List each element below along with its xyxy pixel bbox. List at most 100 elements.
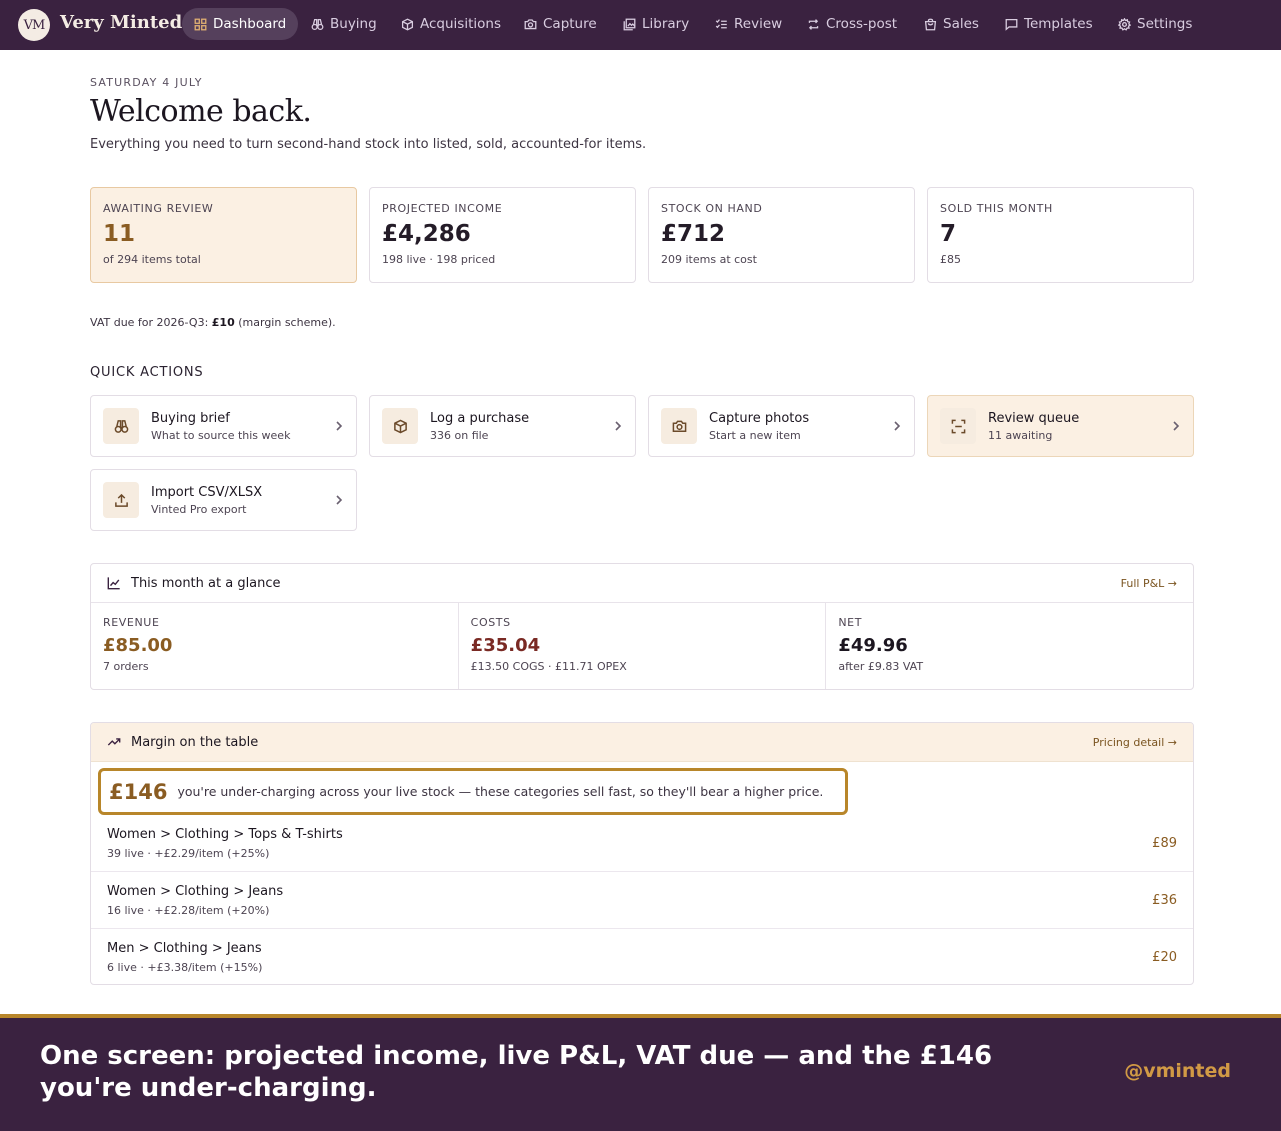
quick-action-sub: 11 awaiting (988, 428, 1053, 442)
nav-item-label: Buying (330, 16, 377, 32)
vat-due-note: VAT due for 2026-Q3: £10 (margin scheme)… (90, 316, 336, 329)
category-row[interactable]: Women > Clothing > Jeans 16 live · +£2.2… (91, 872, 1193, 929)
quick-action-title: Capture photos (709, 410, 810, 426)
trending-up-icon (107, 738, 121, 746)
upload-icon (114, 493, 128, 507)
chevron-right-icon (1173, 421, 1180, 431)
stat-value: 7 (940, 221, 957, 247)
metric-label: REVENUE (103, 616, 160, 629)
promo-banner: One screen: projected income, live P&L, … (0, 1014, 1281, 1131)
under-charging-amount: £146 (109, 779, 168, 804)
nav-item-cross-post[interactable]: Cross-post (807, 8, 897, 40)
glance-panel-title: This month at a glance (131, 575, 281, 591)
nav-item-label: Library (642, 16, 690, 32)
chevron-right-icon (336, 495, 343, 505)
quick-action-review-queue[interactable]: Review queue 11 awaiting (927, 395, 1194, 457)
under-charging-callout: £146 you're under-charging across your l… (98, 768, 848, 815)
nav-item-settings[interactable]: Settings (1118, 8, 1192, 40)
category-detail: 39 live · +£2.29/item (+25%) (107, 846, 270, 860)
stat-card-stock-on-hand[interactable]: STOCK ON HAND £712 209 items at cost (648, 187, 915, 283)
quick-action-icon-box (940, 408, 976, 444)
quick-action-icon-box (661, 408, 697, 444)
nav-item-dashboard[interactable]: Dashboard (182, 8, 299, 40)
metric-label: COSTS (470, 616, 511, 629)
top-nav: VM Very Minted Dashboard Buying Acquisit… (0, 0, 1281, 50)
message-icon (1005, 18, 1018, 31)
quick-action-capture-photos[interactable]: Capture photos Start a new item (648, 395, 915, 457)
nav-item-templates[interactable]: Templates (1005, 8, 1093, 40)
quick-action-log-purchase[interactable]: Log a purchase 336 on file (369, 395, 636, 457)
nav-item-buying[interactable]: Buying (311, 8, 377, 40)
stat-label: SOLD THIS MONTH (940, 202, 1053, 215)
metric-label: NET (838, 616, 863, 629)
brand-name[interactable]: Very Minted (60, 12, 182, 33)
stat-card-projected-income[interactable]: PROJECTED INCOME £4,286 198 live · 198 p… (369, 187, 636, 283)
category-detail: 6 live · +£3.38/item (+15%) (107, 961, 263, 974)
stat-value: £712 (661, 221, 726, 247)
quick-action-sub: What to source this week (151, 428, 291, 442)
nav-item-label: Sales (943, 16, 979, 32)
scan-icon (951, 419, 965, 433)
line-chart-icon (107, 577, 120, 590)
nav-item-label: Dashboard (213, 16, 287, 32)
banner-text: One screen: projected income, live P&L, … (40, 1041, 993, 1103)
category-name: Women > Clothing > Jeans (107, 883, 284, 899)
quick-action-icon-box (103, 482, 139, 518)
nav-item-library[interactable]: Library (623, 8, 689, 40)
pricing-detail-link[interactable]: Pricing detail → (1093, 736, 1177, 749)
quick-action-title: Review queue (988, 410, 1080, 426)
binoculars-icon (311, 18, 324, 30)
stat-value: 11 (103, 221, 136, 247)
chevron-right-icon (615, 421, 622, 431)
stat-label: PROJECTED INCOME (382, 202, 503, 215)
nav-item-review[interactable]: Review (715, 8, 782, 40)
metric-sub: 7 orders (103, 660, 149, 673)
camera-icon (672, 420, 686, 432)
stat-label: AWAITING REVIEW (103, 202, 214, 215)
category-list: Women > Clothing > Tops & T-shirts 39 li… (91, 815, 1193, 984)
nav-item-acquisitions[interactable]: Acquisitions (401, 8, 501, 40)
metric-net: NET £49.96 after £9.83 VAT (826, 603, 1193, 689)
checklist-icon (715, 18, 727, 28)
chevron-right-icon (336, 421, 343, 431)
bag-icon (924, 18, 937, 30)
quick-action-icon-box (382, 408, 418, 444)
logo-mark[interactable]: VM (18, 9, 50, 41)
category-name: Men > Clothing > Jeans (107, 941, 262, 956)
category-row[interactable]: Women > Clothing > Tops & T-shirts 39 li… (91, 815, 1193, 872)
quick-action-icon-box (103, 408, 139, 444)
box-icon (393, 419, 407, 433)
stat-label: STOCK ON HAND (661, 202, 763, 215)
quick-action-sub: 336 on file (430, 428, 489, 442)
repeat-icon (808, 18, 819, 30)
quick-action-import-csv[interactable]: Import CSV/XLSX Vinted Pro export (90, 469, 357, 531)
category-row[interactable]: Men > Clothing > Jeans 6 live · +£3.38/i… (91, 929, 1193, 984)
camera-icon (524, 18, 537, 29)
nav-item-label: Acquisitions (420, 16, 501, 32)
nav-item-sales[interactable]: Sales (924, 8, 979, 40)
stat-sub: £85 (940, 253, 961, 266)
stat-card-sold-this-month[interactable]: SOLD THIS MONTH 7 £85 (927, 187, 1194, 283)
vat-prefix: VAT due for 2026-Q3: (90, 316, 212, 329)
glance-metrics: REVENUE £85.00 7 orders COSTS £35.04 £13… (91, 603, 1193, 689)
stat-card-awaiting-review[interactable]: AWAITING REVIEW 11 of 294 items total (90, 187, 357, 283)
under-charging-message: you're under-charging across your live s… (177, 784, 824, 799)
nav-item-label: Capture (543, 16, 597, 32)
category-name: Women > Clothing > Tops & T-shirts (107, 826, 343, 842)
category-amount: £36 (1152, 892, 1177, 908)
page-title: Welcome back. (90, 94, 312, 129)
stat-sub: 209 items at cost (661, 253, 757, 266)
metric-costs: COSTS £35.04 £13.50 COGS · £11.71 OPEX (459, 603, 827, 689)
metric-value: £49.96 (838, 635, 908, 656)
stat-value: £4,286 (382, 221, 471, 247)
nav-item-capture[interactable]: Capture (524, 8, 597, 40)
binoculars-icon (114, 419, 128, 433)
vat-suffix: (margin scheme). (234, 316, 336, 329)
quick-action-sub: Vinted Pro export (151, 502, 247, 516)
full-pl-link[interactable]: Full P&L → (1121, 577, 1177, 590)
images-icon (623, 18, 636, 30)
grid-icon (194, 18, 207, 30)
metric-sub: after £9.83 VAT (838, 660, 924, 673)
page-date: SATURDAY 4 JULY (90, 76, 203, 89)
quick-action-buying-brief[interactable]: Buying brief What to source this week (90, 395, 357, 457)
